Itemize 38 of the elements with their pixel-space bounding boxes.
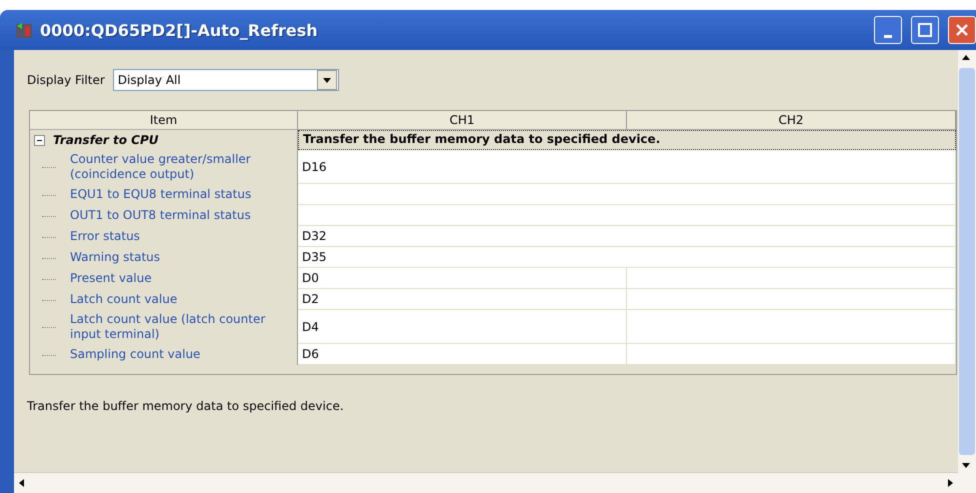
app-icon — [14, 20, 34, 40]
horizontal-scrollbar[interactable] — [14, 472, 958, 493]
group-title: Transfer to CPU — [53, 133, 159, 147]
ch1-cell[interactable]: D32 — [298, 226, 956, 247]
ch1-cell[interactable]: D16 — [298, 150, 956, 184]
description-text: Transfer the buffer memory data to specified device. — [27, 399, 345, 415]
ch1-cell[interactable]: D6 — [298, 344, 627, 365]
scroll-left-icon[interactable] — [17, 478, 27, 488]
ch2-cell[interactable] — [627, 344, 956, 365]
ch2-cell[interactable] — [627, 310, 956, 344]
vertical-scrollbar[interactable] — [958, 50, 976, 493]
caret-icon[interactable] — [322, 75, 332, 85]
ch2-cell[interactable] — [627, 268, 956, 289]
maximize-button[interactable] — [911, 16, 939, 44]
minimize-button[interactable] — [874, 16, 902, 44]
scroll-up-icon[interactable] — [961, 53, 971, 63]
filter-label: Display Filter — [27, 73, 105, 87]
group-label[interactable]: Transfer to CPU — [30, 130, 298, 150]
ch1-cell[interactable] — [298, 184, 956, 205]
scroll-right-icon[interactable] — [945, 478, 955, 488]
ch2-cell[interactable] — [627, 289, 956, 310]
display-filter-dropdown[interactable]: Display All — [112, 69, 339, 91]
ch1-cell[interactable]: D2 — [298, 289, 627, 310]
close-button[interactable] — [948, 16, 976, 44]
window-title: 0000:QD65PD2[]-Auto_Refresh — [40, 20, 319, 40]
column-header[interactable]: CH1 — [298, 111, 627, 130]
maximize-icon — [918, 23, 932, 37]
column-header[interactable]: CH2 — [627, 111, 956, 130]
column-header[interactable]: Item — [30, 111, 298, 130]
scroll-down-icon[interactable] — [961, 460, 971, 470]
close-icon — [955, 23, 969, 37]
ch1-cell[interactable]: D0 — [298, 268, 627, 289]
ch1-cell[interactable] — [298, 205, 956, 226]
ch1-cell[interactable]: D35 — [298, 247, 956, 268]
ch1-cell[interactable]: D4 — [298, 310, 627, 344]
dropdown-button[interactable] — [316, 70, 337, 90]
collapse-icon[interactable] — [34, 134, 45, 146]
minimize-icon — [884, 34, 892, 38]
